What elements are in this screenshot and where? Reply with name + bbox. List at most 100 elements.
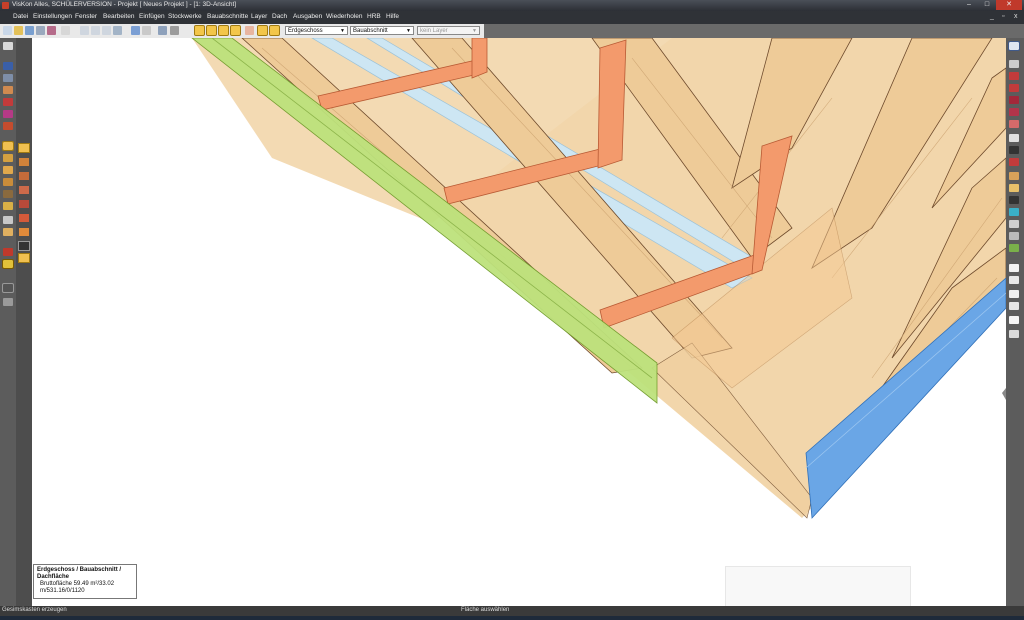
grid-icon[interactable]	[3, 298, 13, 306]
mdi-close-button[interactable]: x	[1014, 13, 1018, 20]
roof-icon[interactable]	[3, 62, 13, 70]
dimension-icon[interactable]	[3, 178, 13, 186]
select-cursor-icon[interactable]	[257, 25, 268, 36]
section-select[interactable]: Bauabschnitt ▼	[350, 26, 414, 35]
open-folder-icon[interactable]	[14, 26, 23, 35]
mdi-minimize-button[interactable]: _	[990, 13, 994, 20]
column-icon[interactable]	[2, 141, 14, 151]
list-icon[interactable]	[1009, 290, 1019, 298]
zoom-in-icon[interactable]	[80, 26, 89, 35]
beam-icon[interactable]	[3, 166, 13, 174]
snap-grid-icon[interactable]	[194, 25, 205, 36]
close-button[interactable]: ✕	[996, 0, 1022, 10]
chevron-down-icon: ▼	[340, 28, 345, 34]
menu-ausgaben[interactable]: Ausgaben	[293, 13, 322, 20]
line-icon[interactable]	[3, 216, 13, 224]
delete-icon[interactable]	[3, 248, 13, 256]
door-icon[interactable]	[3, 110, 13, 118]
tree-icon[interactable]	[1009, 244, 1019, 252]
purlin-icon[interactable]	[19, 172, 29, 180]
layer-select[interactable]: kein Layer ▼	[417, 26, 480, 35]
copy-element-icon[interactable]	[170, 26, 179, 35]
dormer-icon[interactable]	[19, 214, 29, 222]
floor-select[interactable]: Erdgeschoss ▼	[285, 26, 348, 35]
menu-hrb[interactable]: HRB	[367, 13, 381, 20]
menu-dach[interactable]: Dach	[272, 13, 287, 20]
measure-icon[interactable]	[2, 259, 14, 269]
arc-icon[interactable]	[3, 228, 13, 236]
surface-icon[interactable]	[1009, 208, 1019, 216]
redo-icon[interactable]	[142, 26, 151, 35]
copy-icon[interactable]	[61, 26, 70, 35]
plan-icon[interactable]	[1009, 172, 1019, 180]
scroll-handle-icon[interactable]	[1009, 330, 1019, 338]
menu-datei[interactable]: Datei	[13, 13, 28, 20]
hatch-icon[interactable]	[3, 202, 13, 210]
wall-icon[interactable]	[3, 86, 13, 94]
eaves-icon[interactable]	[19, 228, 29, 236]
menu-wiederholen[interactable]: Wiederholen	[326, 13, 363, 20]
eye-icon[interactable]	[1009, 72, 1019, 80]
snap-point-icon[interactable]	[206, 25, 217, 36]
app-icon[interactable]	[2, 2, 9, 9]
snap-line-icon[interactable]	[218, 25, 229, 36]
table-icon[interactable]	[1009, 316, 1019, 324]
minimize-button[interactable]: –	[960, 0, 978, 10]
3d-view-icon[interactable]	[1008, 41, 1020, 51]
mdi-restore-button[interactable]: ▫	[1002, 13, 1004, 20]
zoom-icon[interactable]	[1009, 134, 1019, 142]
new-file-icon[interactable]	[3, 26, 12, 35]
black-square-icon[interactable]	[18, 241, 30, 251]
pencil-icon[interactable]	[1009, 184, 1019, 192]
brace-icon[interactable]	[19, 200, 29, 208]
cursor-icon[interactable]	[3, 42, 13, 50]
left-toolbar-secondary	[16, 38, 32, 606]
zoom-window-icon[interactable]	[102, 26, 111, 35]
layer-toggle-icon[interactable]	[2, 283, 14, 293]
pencil-icon[interactable]	[18, 143, 30, 153]
page-icon[interactable]	[1009, 264, 1019, 272]
menu-layer[interactable]: Layer	[251, 13, 267, 20]
stair-icon[interactable]	[3, 122, 13, 130]
undo-icon[interactable]	[131, 26, 140, 35]
maximize-button[interactable]: □	[978, 0, 996, 10]
menu-bauabschnitte[interactable]: Bauabschnitte	[207, 13, 248, 20]
layer-icon[interactable]	[1009, 60, 1019, 68]
settings-icon[interactable]	[1009, 146, 1019, 154]
section-select-value: Bauabschnitt	[353, 28, 388, 34]
camera-icon[interactable]	[1009, 96, 1019, 104]
active-tool-icon[interactable]	[18, 253, 30, 263]
menu-fenster[interactable]: Fenster	[75, 13, 97, 20]
3d-viewport[interactable]	[32, 38, 1006, 606]
menu-einfuegen[interactable]: Einfügen	[139, 13, 165, 20]
zoom-out-icon[interactable]	[91, 26, 100, 35]
tools-icon[interactable]	[269, 25, 280, 36]
save-icon[interactable]	[25, 26, 34, 35]
line-tool-icon[interactable]	[1009, 196, 1019, 204]
menu-hilfe[interactable]: Hilfe	[386, 13, 399, 20]
menu-bearbeiten[interactable]: Bearbeiten	[103, 13, 134, 20]
print-icon[interactable]	[47, 26, 56, 35]
menu-stockwerke[interactable]: Stockwerke	[168, 13, 202, 20]
save-all-icon[interactable]	[36, 26, 45, 35]
page-icon-2[interactable]	[1009, 276, 1019, 284]
grid-view-icon[interactable]	[1009, 302, 1019, 310]
collar-icon[interactable]	[19, 186, 29, 194]
menu-einstellungen[interactable]: Einstellungen	[33, 13, 72, 20]
light-icon[interactable]	[1009, 108, 1019, 116]
chevron-down-icon: ▼	[406, 28, 411, 34]
stack-icon[interactable]	[3, 74, 13, 82]
snap-angle-icon[interactable]	[230, 25, 241, 36]
flag-icon[interactable]	[1009, 158, 1019, 166]
move-icon[interactable]	[158, 26, 167, 35]
print-view-icon[interactable]	[1009, 232, 1019, 240]
rafter-icon[interactable]	[19, 158, 29, 166]
render-icon[interactable]	[1009, 84, 1019, 92]
window-icon[interactable]	[3, 98, 13, 106]
section-icon[interactable]	[1009, 120, 1019, 128]
zoom-all-icon[interactable]	[113, 26, 122, 35]
ortho-icon[interactable]	[245, 26, 254, 35]
text-icon[interactable]	[3, 190, 13, 198]
copy-view-icon[interactable]	[1009, 220, 1019, 228]
slab-icon[interactable]	[3, 154, 13, 162]
